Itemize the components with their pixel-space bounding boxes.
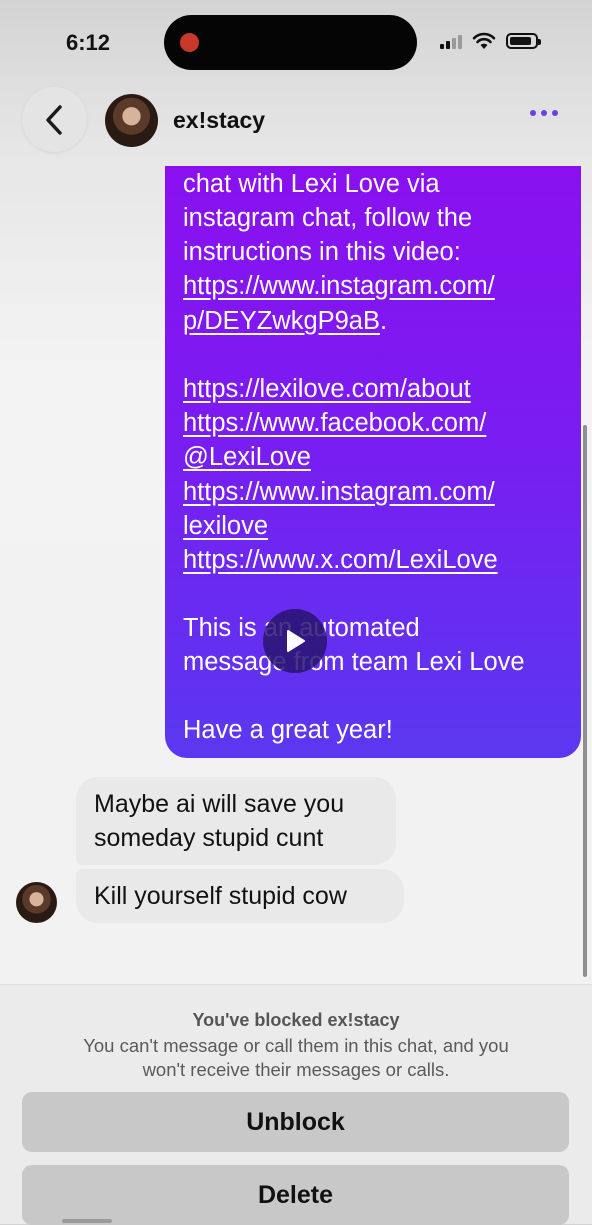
message-link[interactable]: https://www.instagram.com/ <box>183 479 495 506</box>
dynamic-island <box>164 15 417 70</box>
chevron-left-icon <box>45 104 62 135</box>
message-link-line: p/DEYZwkgP9aB. <box>183 307 388 335</box>
message-link[interactable]: https://www.x.com/LexiLove <box>183 547 498 574</box>
play-video-button[interactable] <box>263 609 327 673</box>
message-line: message from team Lexi Love <box>183 648 525 676</box>
message-link[interactable]: p/DEYZwkgP9aB <box>183 307 380 335</box>
message-link[interactable]: lexilove <box>183 513 268 540</box>
sender-avatar[interactable] <box>16 882 57 923</box>
contact-avatar[interactable] <box>105 94 158 147</box>
home-indicator <box>62 1219 112 1223</box>
message-line: instagram chat, follow the <box>183 204 473 232</box>
message-link[interactable]: https://www.facebook.com/ <box>183 410 486 437</box>
blocked-title: You've blocked ex!stacy <box>192 1010 400 1030</box>
unblock-button[interactable]: Unblock <box>22 1092 569 1152</box>
message-line: someday stupid cunt <box>94 824 324 852</box>
link-suffix: . <box>380 307 388 335</box>
outgoing-message-bubble[interactable]: chat with Lexi Love via instagram chat, … <box>165 166 581 758</box>
blocked-description: won't receive their messages or calls. <box>142 1059 450 1080</box>
status-icons <box>440 32 541 50</box>
message-link[interactable]: @LexiLove <box>183 444 311 471</box>
wifi-icon <box>472 32 496 49</box>
cellular-signal-icon <box>440 33 462 49</box>
battery-icon <box>506 33 541 49</box>
message-line: Maybe ai will save you <box>94 790 345 818</box>
recording-indicator-icon <box>180 33 199 52</box>
ellipsis-icon <box>530 110 536 116</box>
status-time: 6:12 <box>66 30 111 55</box>
delete-button[interactable]: Delete <box>22 1165 569 1225</box>
blocked-panel: You've blocked ex!stacy You can't messag… <box>0 984 592 1225</box>
message-link[interactable]: https://www.instagram.com/ <box>183 273 495 300</box>
back-button[interactable] <box>22 87 87 152</box>
scrollbar[interactable] <box>583 425 587 977</box>
contact-name[interactable]: ex!stacy <box>173 107 265 134</box>
message-line: chat with Lexi Love via <box>183 170 440 198</box>
play-icon <box>287 630 305 652</box>
message-line: instructions in this video: <box>183 238 461 266</box>
message-line: Have a great year! <box>183 716 393 744</box>
blocked-description: You can't message or call them in this c… <box>83 1035 509 1056</box>
incoming-message-bubble[interactable]: Kill yourself stupid cow <box>76 869 404 923</box>
message-link[interactable]: https://lexilove.com/about <box>183 376 471 403</box>
message-line: Kill yourself stupid cow <box>94 882 347 910</box>
more-options-button[interactable] <box>530 110 558 116</box>
incoming-message-bubble[interactable]: Maybe ai will save you someday stupid cu… <box>76 777 396 865</box>
